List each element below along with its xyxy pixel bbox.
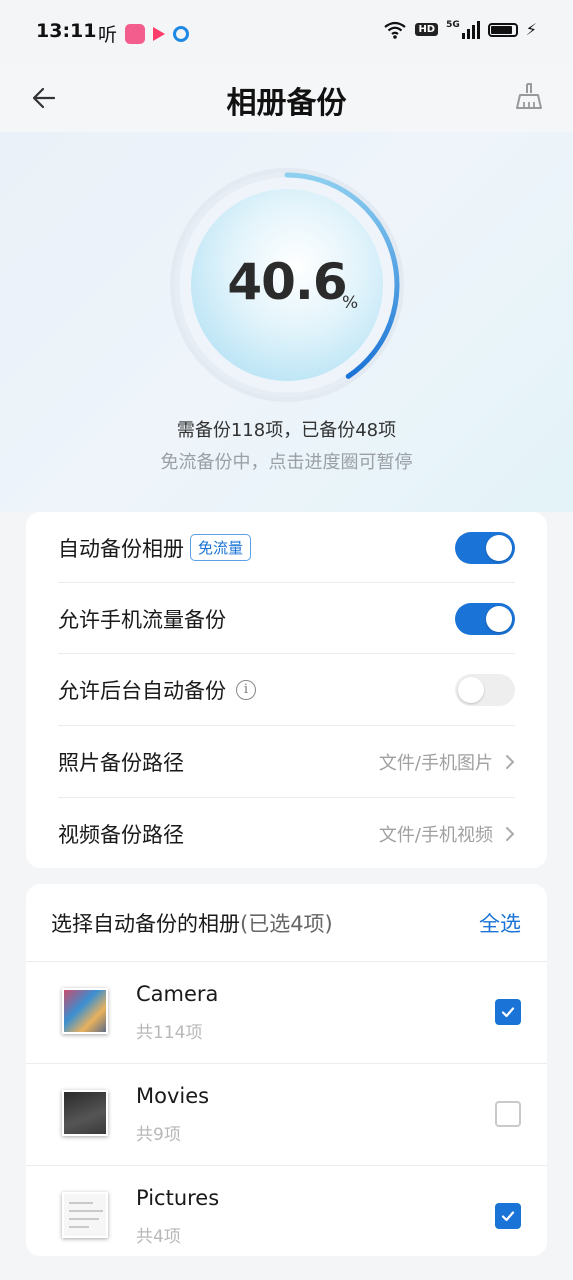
hd-icon: HD: [415, 23, 439, 36]
battery-level: [490, 25, 513, 34]
check-icon: [501, 1007, 515, 1018]
album-thumbnail: [62, 1090, 108, 1136]
album-checkbox[interactable]: [495, 999, 521, 1025]
progress-hint: 免流备份中，点击进度圈可暂停: [160, 452, 413, 473]
chevron-right-icon: [506, 826, 515, 841]
bilibili-icon: [125, 23, 146, 44]
mobile-data-row: 允许手机流量备份: [58, 583, 515, 654]
video-path-value: 文件/手机视频: [378, 824, 493, 846]
network-type: 5G: [446, 19, 460, 30]
video-path-row[interactable]: 视频备份路径 文件/手机视频: [58, 798, 515, 869]
system-icons: HD 5G ⚡: [383, 20, 537, 39]
circle-app-icon: [173, 25, 190, 42]
status-bar: 13:11 听 HD 5G ⚡: [0, 0, 573, 64]
toggle-knob: [458, 676, 484, 703]
status-time: 13:11: [36, 20, 97, 42]
photo-path-value-wrap: 文件/手机图片: [379, 749, 515, 775]
album-row-movies[interactable]: Movies 共9项: [26, 1064, 547, 1166]
play-app-icon: [153, 26, 166, 41]
album-name: Camera: [136, 982, 219, 1006]
background-backup-row: 允许后台自动备份 i: [58, 654, 515, 725]
album-row-pictures[interactable]: Pictures 共4项: [26, 1166, 547, 1268]
free-traffic-tag: 免流量: [190, 534, 252, 561]
album-checkbox[interactable]: [495, 1101, 521, 1127]
battery-icon: [487, 22, 518, 37]
toggle-knob: [486, 534, 512, 561]
settings-card: 自动备份相册 免流量 允许手机流量备份 允许后台自动备份 i 照片备份路径 文件…: [26, 512, 547, 868]
wifi-icon: [384, 21, 407, 39]
select-all-button[interactable]: 全选: [479, 908, 521, 938]
photo-path-value: 文件/手机图片: [378, 752, 493, 774]
toggle-knob: [486, 605, 512, 632]
signal-icon: 5G: [446, 19, 480, 39]
app-header: 相册备份: [0, 64, 573, 132]
auto-backup-toggle[interactable]: [455, 531, 515, 564]
auto-backup-row: 自动备份相册 免流量: [58, 512, 515, 583]
page-title: 相册备份: [226, 86, 347, 121]
albums-card: 选择自动备份的相册(已选4项) 全选 Camera 共114项 Movies 共…: [26, 884, 547, 1256]
album-row-camera[interactable]: Camera 共114项: [26, 962, 547, 1064]
background-backup-label: 允许后台自动备份: [58, 678, 226, 703]
video-path-label: 视频备份路径: [58, 822, 184, 847]
photo-path-label: 照片备份路径: [58, 750, 184, 775]
progress-ring[interactable]: 40.6 %: [167, 165, 407, 405]
clean-button[interactable]: [509, 76, 549, 116]
albums-selected-note: (已选4项): [240, 912, 333, 936]
mobile-data-toggle[interactable]: [455, 602, 515, 635]
notification-icons: 听: [98, 20, 190, 47]
album-name: Movies: [136, 1084, 210, 1108]
percent-sign: %: [342, 293, 359, 313]
album-count: 共9项: [136, 1125, 181, 1145]
mobile-data-label: 允许手机流量备份: [58, 607, 226, 632]
photo-path-row[interactable]: 照片备份路径 文件/手机图片: [58, 726, 515, 797]
charging-icon: ⚡: [525, 20, 537, 39]
check-icon: [501, 1211, 515, 1222]
album-name: Pictures: [136, 1186, 220, 1210]
backup-progress-area: 40.6 % 需备份118项，已备份48项 免流备份中，点击进度圈可暂停: [0, 132, 573, 512]
album-thumbnail: [62, 1192, 108, 1238]
albums-title: 选择自动备份的相册: [51, 912, 240, 936]
progress-percent: 40.6: [227, 253, 347, 311]
album-thumbnail: [62, 988, 108, 1034]
ting-icon: 听: [98, 24, 118, 46]
auto-backup-label: 自动备份相册: [58, 536, 184, 561]
album-count: 共114项: [136, 1023, 203, 1043]
video-path-value-wrap: 文件/手机视频: [379, 821, 515, 847]
background-backup-toggle[interactable]: [455, 673, 515, 706]
album-count: 共4项: [136, 1227, 181, 1247]
chevron-right-icon: [506, 754, 515, 769]
albums-title-wrap: 选择自动备份的相册(已选4项): [51, 908, 333, 938]
progress-summary: 需备份118项，已备份48项: [176, 420, 397, 441]
broom-icon: [516, 83, 542, 109]
info-icon[interactable]: i: [236, 679, 256, 700]
album-checkbox[interactable]: [495, 1203, 521, 1229]
